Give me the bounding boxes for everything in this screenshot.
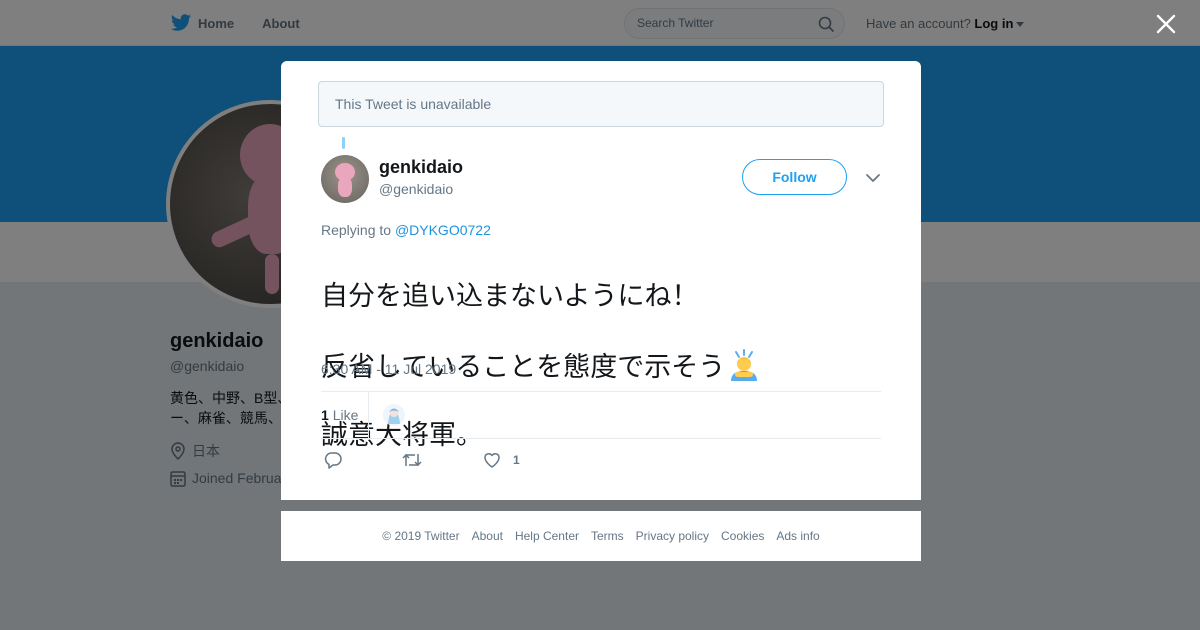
chevron-down-icon[interactable] [865, 171, 881, 185]
reply-icon [324, 452, 342, 469]
replying-to-link[interactable]: @DYKGO0722 [395, 222, 491, 238]
footer-copyright: © 2019 Twitter [382, 529, 460, 543]
footer-link-cookies[interactable]: Cookies [721, 529, 764, 543]
tweet-author-name[interactable]: genkidaio [379, 157, 463, 178]
likes-count: 1 [321, 407, 329, 423]
footer-link-help-center[interactable]: Help Center [515, 529, 579, 543]
tweet-modal: This Tweet is unavailable genkidaio @gen… [281, 61, 921, 500]
replying-to-prefix: Replying to [321, 222, 392, 238]
person-bowing-emoji-icon [731, 349, 758, 381]
tweet-stats: 1 Like [321, 391, 881, 439]
tweet-timestamp[interactable]: 6:30 AM - 11 Jul 2019 [321, 361, 456, 377]
footer-link-about[interactable]: About [472, 529, 503, 543]
modal-footer: © 2019 Twitter About Help Center Terms P… [281, 511, 921, 561]
likes-label: Like [332, 407, 359, 423]
follow-button[interactable]: Follow [742, 159, 847, 195]
liker-avatar-image [388, 408, 400, 424]
tweet-author-avatar[interactable] [321, 155, 369, 203]
retweet-button[interactable] [402, 449, 422, 471]
footer-link-ads-info[interactable]: Ads info [776, 529, 819, 543]
like-action-count: 1 [513, 453, 520, 467]
replying-to: Replying to @DYKGO0722 [321, 222, 491, 238]
tweet-actions: 1 [321, 449, 881, 471]
liker-avatar[interactable] [383, 404, 405, 426]
tweet-text-line: 自分を追い込まないようにね！ [321, 281, 699, 312]
retweet-icon [402, 453, 422, 467]
heart-icon [484, 453, 500, 468]
tweet-unavailable-notice: This Tweet is unavailable [318, 81, 884, 127]
tweet-author-handle[interactable]: @genkidaio [379, 181, 453, 197]
footer-link-terms[interactable]: Terms [591, 529, 624, 543]
thread-connector [342, 137, 345, 149]
likes-stat[interactable]: 1 Like [321, 392, 369, 438]
like-button[interactable]: 1 [483, 449, 520, 471]
reply-button[interactable] [324, 449, 342, 471]
close-icon[interactable] [1154, 12, 1178, 36]
footer-link-privacy-policy[interactable]: Privacy policy [636, 529, 709, 543]
